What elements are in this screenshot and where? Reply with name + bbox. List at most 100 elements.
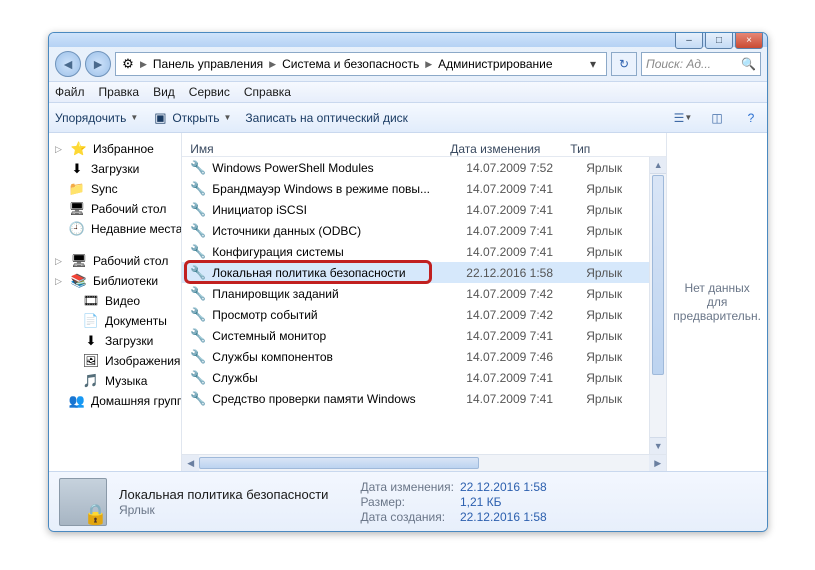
nav-item-label: Видео — [105, 294, 140, 308]
nav-item[interactable]: ▷📚Библиотеки — [53, 271, 177, 291]
chevron-right-icon: ▶ — [269, 59, 276, 70]
address-dropdown[interactable]: ▾ — [584, 57, 602, 71]
file-name: Источники данных (ODBC) — [212, 224, 466, 238]
open-button[interactable]: ▣Открыть▼ — [152, 110, 231, 126]
scroll-thumb-h[interactable] — [199, 457, 479, 469]
nav-item-icon: 🕘 — [69, 221, 85, 237]
nav-item[interactable]: 📁Sync — [53, 179, 177, 199]
nav-item[interactable]: 🕘Недавние места — [53, 219, 177, 239]
breadcrumb-seg[interactable]: Администрирование — [436, 57, 554, 71]
burn-button[interactable]: Записать на оптический диск — [245, 111, 408, 125]
file-date: 14.07.2009 7:41 — [466, 329, 586, 343]
nav-item-icon: 🎵 — [83, 373, 99, 389]
close-button[interactable]: × — [735, 32, 763, 49]
nav-item-label: Музыка — [105, 374, 147, 388]
nav-item[interactable]: ⬇Загрузки — [53, 331, 177, 351]
file-row[interactable]: 🔧 Windows PowerShell Modules14.07.2009 7:… — [182, 157, 666, 178]
details-metadata: Дата изменения:22.12.2016 1:58 Размер:1,… — [360, 480, 546, 524]
menu-tools[interactable]: Сервис — [189, 85, 230, 99]
nav-favorites-header[interactable]: ▷⭐Избранное — [53, 139, 177, 159]
file-date: 14.07.2009 7:46 — [466, 350, 586, 364]
file-row[interactable]: 🔧Средство проверки памяти Windows14.07.2… — [182, 388, 666, 409]
file-date: 14.07.2009 7:42 — [466, 308, 586, 322]
nav-item-label: Документы — [105, 314, 167, 328]
column-type[interactable]: Тип — [570, 142, 650, 156]
file-date: 14.07.2009 7:41 — [466, 224, 586, 238]
breadcrumb-seg[interactable]: Система и безопасность — [280, 57, 421, 71]
nav-item[interactable]: 👥Домашняя группа — [53, 391, 177, 411]
scroll-right-arrow[interactable]: ▶ — [649, 455, 666, 471]
file-row[interactable]: 🔧Источники данных (ODBC)14.07.2009 7:41Я… — [182, 220, 666, 241]
horizontal-scrollbar[interactable]: ◀ ▶ — [182, 454, 666, 471]
shortcut-icon: 🔧 — [190, 370, 206, 386]
vertical-scrollbar[interactable]: ▲ ▼ — [649, 157, 666, 454]
column-name[interactable]: Имя — [190, 142, 450, 156]
shortcut-icon: 🔧 — [190, 160, 206, 176]
file-row[interactable]: 🔧Планировщик заданий14.07.2009 7:42Ярлык — [182, 283, 666, 304]
file-name: Брандмауэр Windows в режиме повы... — [212, 182, 466, 196]
nav-item-icon: 🎞 — [83, 293, 99, 309]
nav-desktop-header[interactable]: ▷🖥Рабочий стол — [53, 251, 177, 271]
file-row[interactable]: 🔧Локальная политика безопасности22.12.20… — [182, 262, 666, 283]
file-row[interactable]: 🔧Просмотр событий14.07.2009 7:42Ярлык — [182, 304, 666, 325]
file-row[interactable]: 🔧Конфигурация системы14.07.2009 7:41Ярлы… — [182, 241, 666, 262]
help-button[interactable]: ? — [741, 108, 761, 128]
nav-item-icon: 📚 — [71, 273, 87, 289]
search-input[interactable]: Поиск: Ад... 🔍 — [641, 52, 761, 76]
file-name: Windows PowerShell Modules — [212, 161, 466, 175]
file-list-area: Имя Дата изменения Тип 🔧 Windows PowerShe… — [182, 133, 666, 471]
nav-item-icon: 📄 — [83, 313, 99, 329]
file-row[interactable]: 🔧Службы14.07.2009 7:41Ярлык — [182, 367, 666, 388]
nav-item[interactable]: 🎵 Музыка — [53, 371, 177, 391]
open-icon: ▣ — [152, 110, 168, 126]
scroll-left-arrow[interactable]: ◀ — [182, 455, 199, 471]
nav-item[interactable]: ⬇Загрузки — [53, 159, 177, 179]
scroll-up-arrow[interactable]: ▲ — [650, 157, 666, 174]
menu-view[interactable]: Вид — [153, 85, 175, 99]
file-date: 22.12.2016 1:58 — [466, 266, 586, 280]
file-date: 14.07.2009 7:52 — [466, 161, 586, 175]
preview-pane-toggle[interactable]: ◫ — [707, 108, 727, 128]
minimize-button[interactable]: – — [675, 32, 703, 49]
address-row: ◄ ► ⚙ ▶ Панель управления ▶ Система и бе… — [49, 47, 767, 81]
file-row[interactable]: 🔧Системный монитор14.07.2009 7:41Ярлык — [182, 325, 666, 346]
nav-back-button[interactable]: ◄ — [55, 51, 81, 77]
file-row[interactable]: 🔧Службы компонентов14.07.2009 7:46Ярлык — [182, 346, 666, 367]
file-name: Планировщик заданий — [212, 287, 466, 301]
file-row[interactable]: 🔧Инициатор iSCSI14.07.2009 7:41Ярлык — [182, 199, 666, 220]
file-name: Службы компонентов — [212, 350, 466, 364]
file-name: Просмотр событий — [212, 308, 466, 322]
control-panel-icon: ⚙ — [120, 56, 136, 72]
refresh-button[interactable]: ↻ — [611, 52, 637, 76]
nav-item-icon: 🖥 — [69, 201, 85, 217]
column-headers[interactable]: Имя Дата изменения Тип — [182, 133, 666, 157]
organize-button[interactable]: Упорядочить▼ — [55, 111, 138, 125]
view-options-button[interactable]: ☰▼ — [673, 108, 693, 128]
nav-item[interactable]: 🖼Изображения — [53, 351, 177, 371]
menu-file[interactable]: Файл — [55, 85, 85, 99]
nav-item[interactable]: 🖥 Рабочий стол — [53, 199, 177, 219]
shortcut-icon: 🔧 — [190, 202, 206, 218]
file-name: Средство проверки памяти Windows — [212, 392, 466, 406]
titlebar[interactable]: – □ × — [49, 33, 767, 47]
menu-help[interactable]: Справка — [244, 85, 291, 99]
menu-edit[interactable]: Правка — [99, 85, 140, 99]
shortcut-icon: 🔧 — [190, 181, 206, 197]
nav-forward-button[interactable]: ► — [85, 51, 111, 77]
nav-item[interactable]: 📄 Документы — [53, 311, 177, 331]
scroll-down-arrow[interactable]: ▼ — [650, 437, 666, 454]
column-date[interactable]: Дата изменения — [450, 142, 570, 156]
desktop-icon: 🖥 — [71, 253, 87, 269]
scroll-thumb[interactable] — [652, 175, 664, 375]
breadcrumb[interactable]: ⚙ ▶ Панель управления ▶ Система и безопа… — [115, 52, 607, 76]
nav-item[interactable]: 🎞 Видео — [53, 291, 177, 311]
breadcrumb-seg[interactable]: Панель управления — [151, 57, 265, 71]
maximize-button[interactable]: □ — [705, 32, 733, 49]
file-row[interactable]: 🔧Брандмауэр Windows в режиме повы...14.0… — [182, 178, 666, 199]
navigation-pane[interactable]: ▷⭐Избранное ⬇Загрузки📁Sync🖥Рабочий стол🕘… — [49, 133, 182, 471]
file-list[interactable]: 🔧Windows PowerShell Modules14.07.2009 7:… — [182, 157, 666, 454]
nav-item-label: Изображения — [105, 354, 180, 368]
nav-item-label: Рабочий стол — [91, 202, 166, 216]
nav-item-icon: ⬇ — [83, 333, 99, 349]
search-placeholder: Поиск: Ад... — [646, 57, 711, 71]
